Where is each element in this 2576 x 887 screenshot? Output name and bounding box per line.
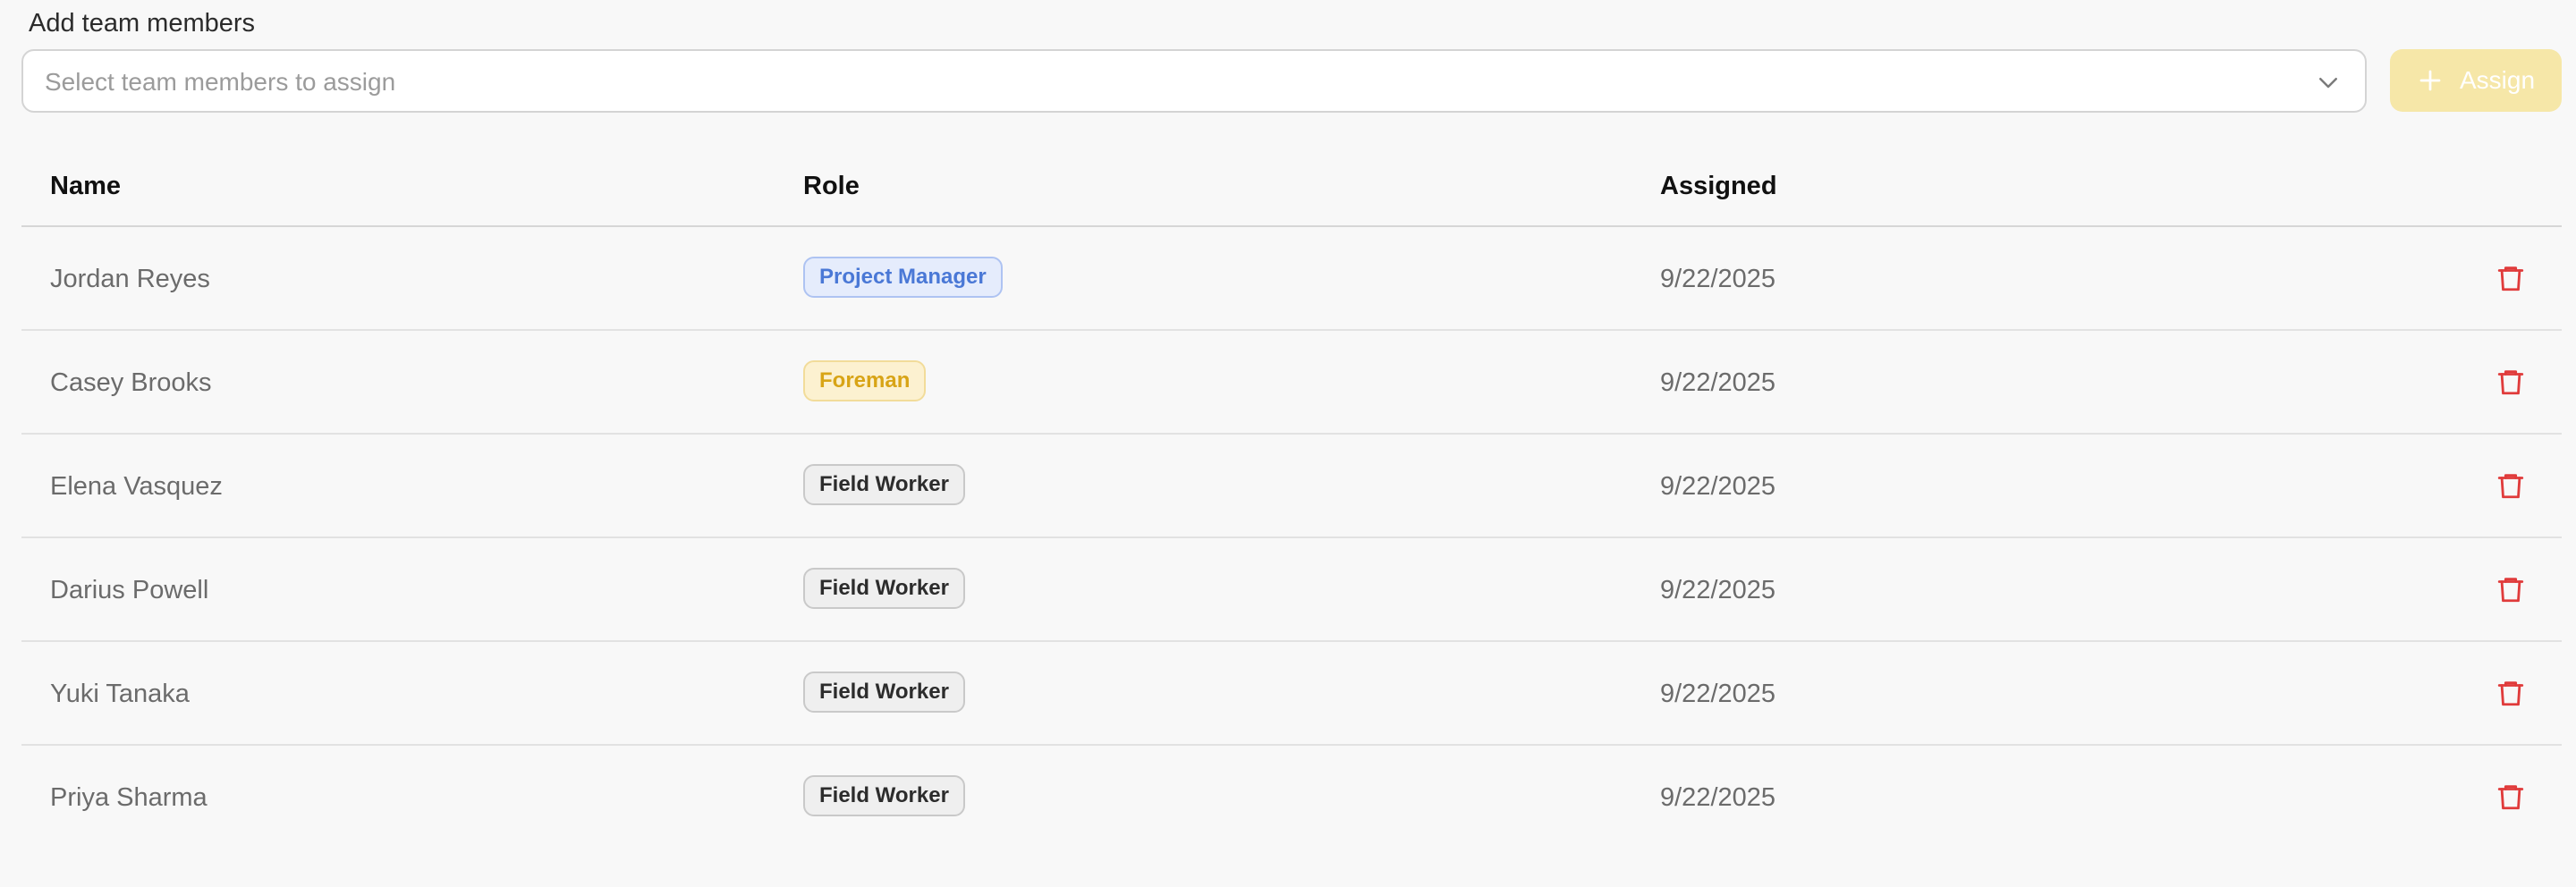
trash-icon[interactable]	[2496, 677, 2526, 709]
role-badge: Field Worker	[803, 568, 965, 609]
role-badge: Foreman	[803, 360, 927, 401]
table-row: Yuki Tanaka Field Worker 9/22/2025	[21, 642, 2562, 746]
chevron-down-icon	[2319, 78, 2337, 89]
role-badge: Field Worker	[803, 464, 965, 505]
table-row: Darius Powell Field Worker 9/22/2025	[21, 538, 2562, 642]
trash-icon[interactable]	[2496, 366, 2526, 398]
trash-icon[interactable]	[2496, 262, 2526, 294]
trash-icon[interactable]	[2496, 781, 2526, 813]
trash-icon[interactable]	[2496, 573, 2526, 605]
header-name: Name	[50, 172, 121, 200]
team-members-select[interactable]: Select team members to assign	[21, 49, 2367, 113]
member-name: Yuki Tanaka	[50, 680, 190, 708]
assigned-date: 9/22/2025	[1660, 680, 1776, 708]
role-badge: Field Worker	[803, 775, 965, 816]
assigned-date: 9/22/2025	[1660, 368, 1776, 397]
assigned-date: 9/22/2025	[1660, 265, 1776, 293]
table-row: Casey Brooks Foreman 9/22/2025	[21, 331, 2562, 435]
table-row: Priya Sharma Field Worker 9/22/2025	[21, 746, 2562, 849]
assigned-date: 9/22/2025	[1660, 472, 1776, 501]
members-table: Name Role Assigned Jordan Reyes Project …	[21, 143, 2562, 849]
assign-button-label: Assign	[2459, 66, 2536, 94]
table-header: Name Role Assigned	[21, 143, 2562, 227]
select-placeholder: Select team members to assign	[45, 68, 396, 96]
table-body: Jordan Reyes Project Manager 9/22/2025 C…	[21, 227, 2562, 849]
header-assigned: Assigned	[1660, 172, 1777, 200]
assigned-date: 9/22/2025	[1660, 783, 1776, 812]
member-name: Darius Powell	[50, 576, 209, 604]
member-name: Priya Sharma	[50, 783, 208, 812]
section-label: Add team members	[29, 9, 256, 38]
table-row: Jordan Reyes Project Manager 9/22/2025	[21, 227, 2562, 331]
trash-icon[interactable]	[2496, 469, 2526, 502]
assign-button[interactable]: Assign	[2390, 49, 2562, 112]
header-role: Role	[803, 172, 860, 200]
member-name: Casey Brooks	[50, 368, 212, 397]
table-row: Elena Vasquez Field Worker 9/22/2025	[21, 435, 2562, 538]
member-name: Jordan Reyes	[50, 265, 210, 293]
member-name: Elena Vasquez	[50, 472, 223, 501]
role-badge: Field Worker	[803, 672, 965, 713]
plus-icon	[2419, 70, 2441, 91]
role-badge: Project Manager	[803, 257, 1003, 298]
assigned-date: 9/22/2025	[1660, 576, 1776, 604]
team-assignment-panel: Add team members Select team members to …	[0, 0, 2576, 887]
